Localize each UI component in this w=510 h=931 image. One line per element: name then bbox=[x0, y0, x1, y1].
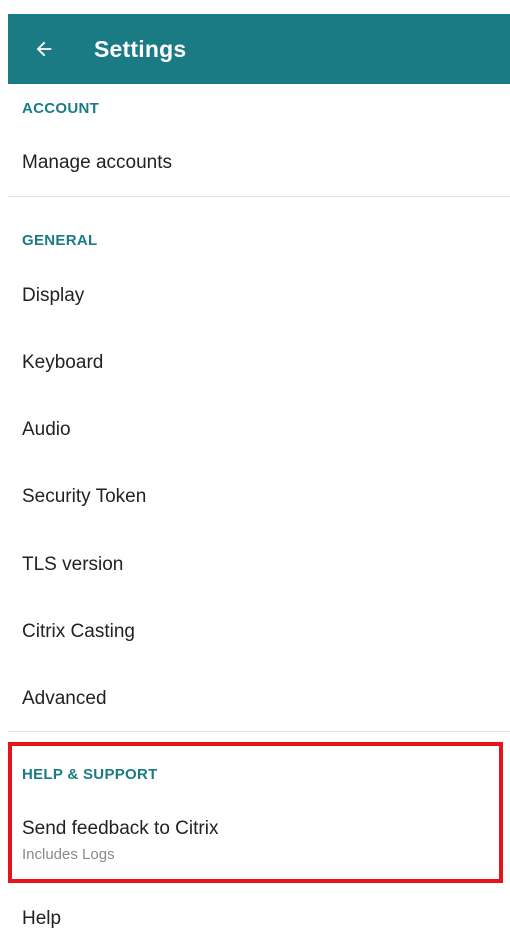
item-label: Manage accounts bbox=[22, 152, 172, 173]
settings-item-display[interactable]: Display bbox=[0, 272, 510, 322]
settings-item-security-token[interactable]: Security Token bbox=[0, 473, 510, 523]
item-label: Security Token bbox=[22, 486, 147, 507]
settings-item-manage-accounts[interactable]: Manage accounts bbox=[0, 140, 510, 190]
section-header-account: ACCOUNT bbox=[22, 100, 100, 117]
item-label: Advanced bbox=[22, 688, 107, 709]
page-title: Settings bbox=[94, 36, 187, 62]
settings-item-citrix-casting[interactable]: Citrix Casting bbox=[0, 608, 510, 658]
settings-item-audio[interactable]: Audio bbox=[0, 406, 510, 456]
item-label: TLS version bbox=[22, 554, 124, 575]
section-header-general: GENERAL bbox=[22, 232, 98, 249]
arrow-back-icon bbox=[33, 38, 55, 60]
item-label: Display bbox=[22, 285, 85, 306]
settings-item-tls-version[interactable]: TLS version bbox=[0, 541, 510, 591]
settings-item-help[interactable]: Help bbox=[0, 896, 510, 931]
settings-screen: Settings ACCOUNT Manage accounts GENERAL… bbox=[0, 0, 510, 931]
settings-item-send-feedback[interactable]: Send feedback to Citrix Includes Logs bbox=[0, 808, 510, 870]
item-label: Keyboard bbox=[22, 352, 104, 373]
item-label: Audio bbox=[22, 419, 71, 440]
back-button[interactable] bbox=[24, 29, 64, 69]
item-label: Citrix Casting bbox=[22, 621, 135, 642]
app-bar: Settings bbox=[8, 14, 510, 84]
settings-item-advanced[interactable]: Advanced bbox=[0, 675, 510, 725]
item-label: Send feedback to Citrix bbox=[22, 818, 219, 839]
item-sublabel: Includes Logs bbox=[22, 846, 115, 863]
section-header-help-support: HELP & SUPPORT bbox=[22, 766, 158, 783]
divider bbox=[8, 196, 510, 197]
divider bbox=[8, 731, 510, 732]
item-label: Help bbox=[22, 908, 62, 929]
settings-item-keyboard[interactable]: Keyboard bbox=[0, 339, 510, 389]
